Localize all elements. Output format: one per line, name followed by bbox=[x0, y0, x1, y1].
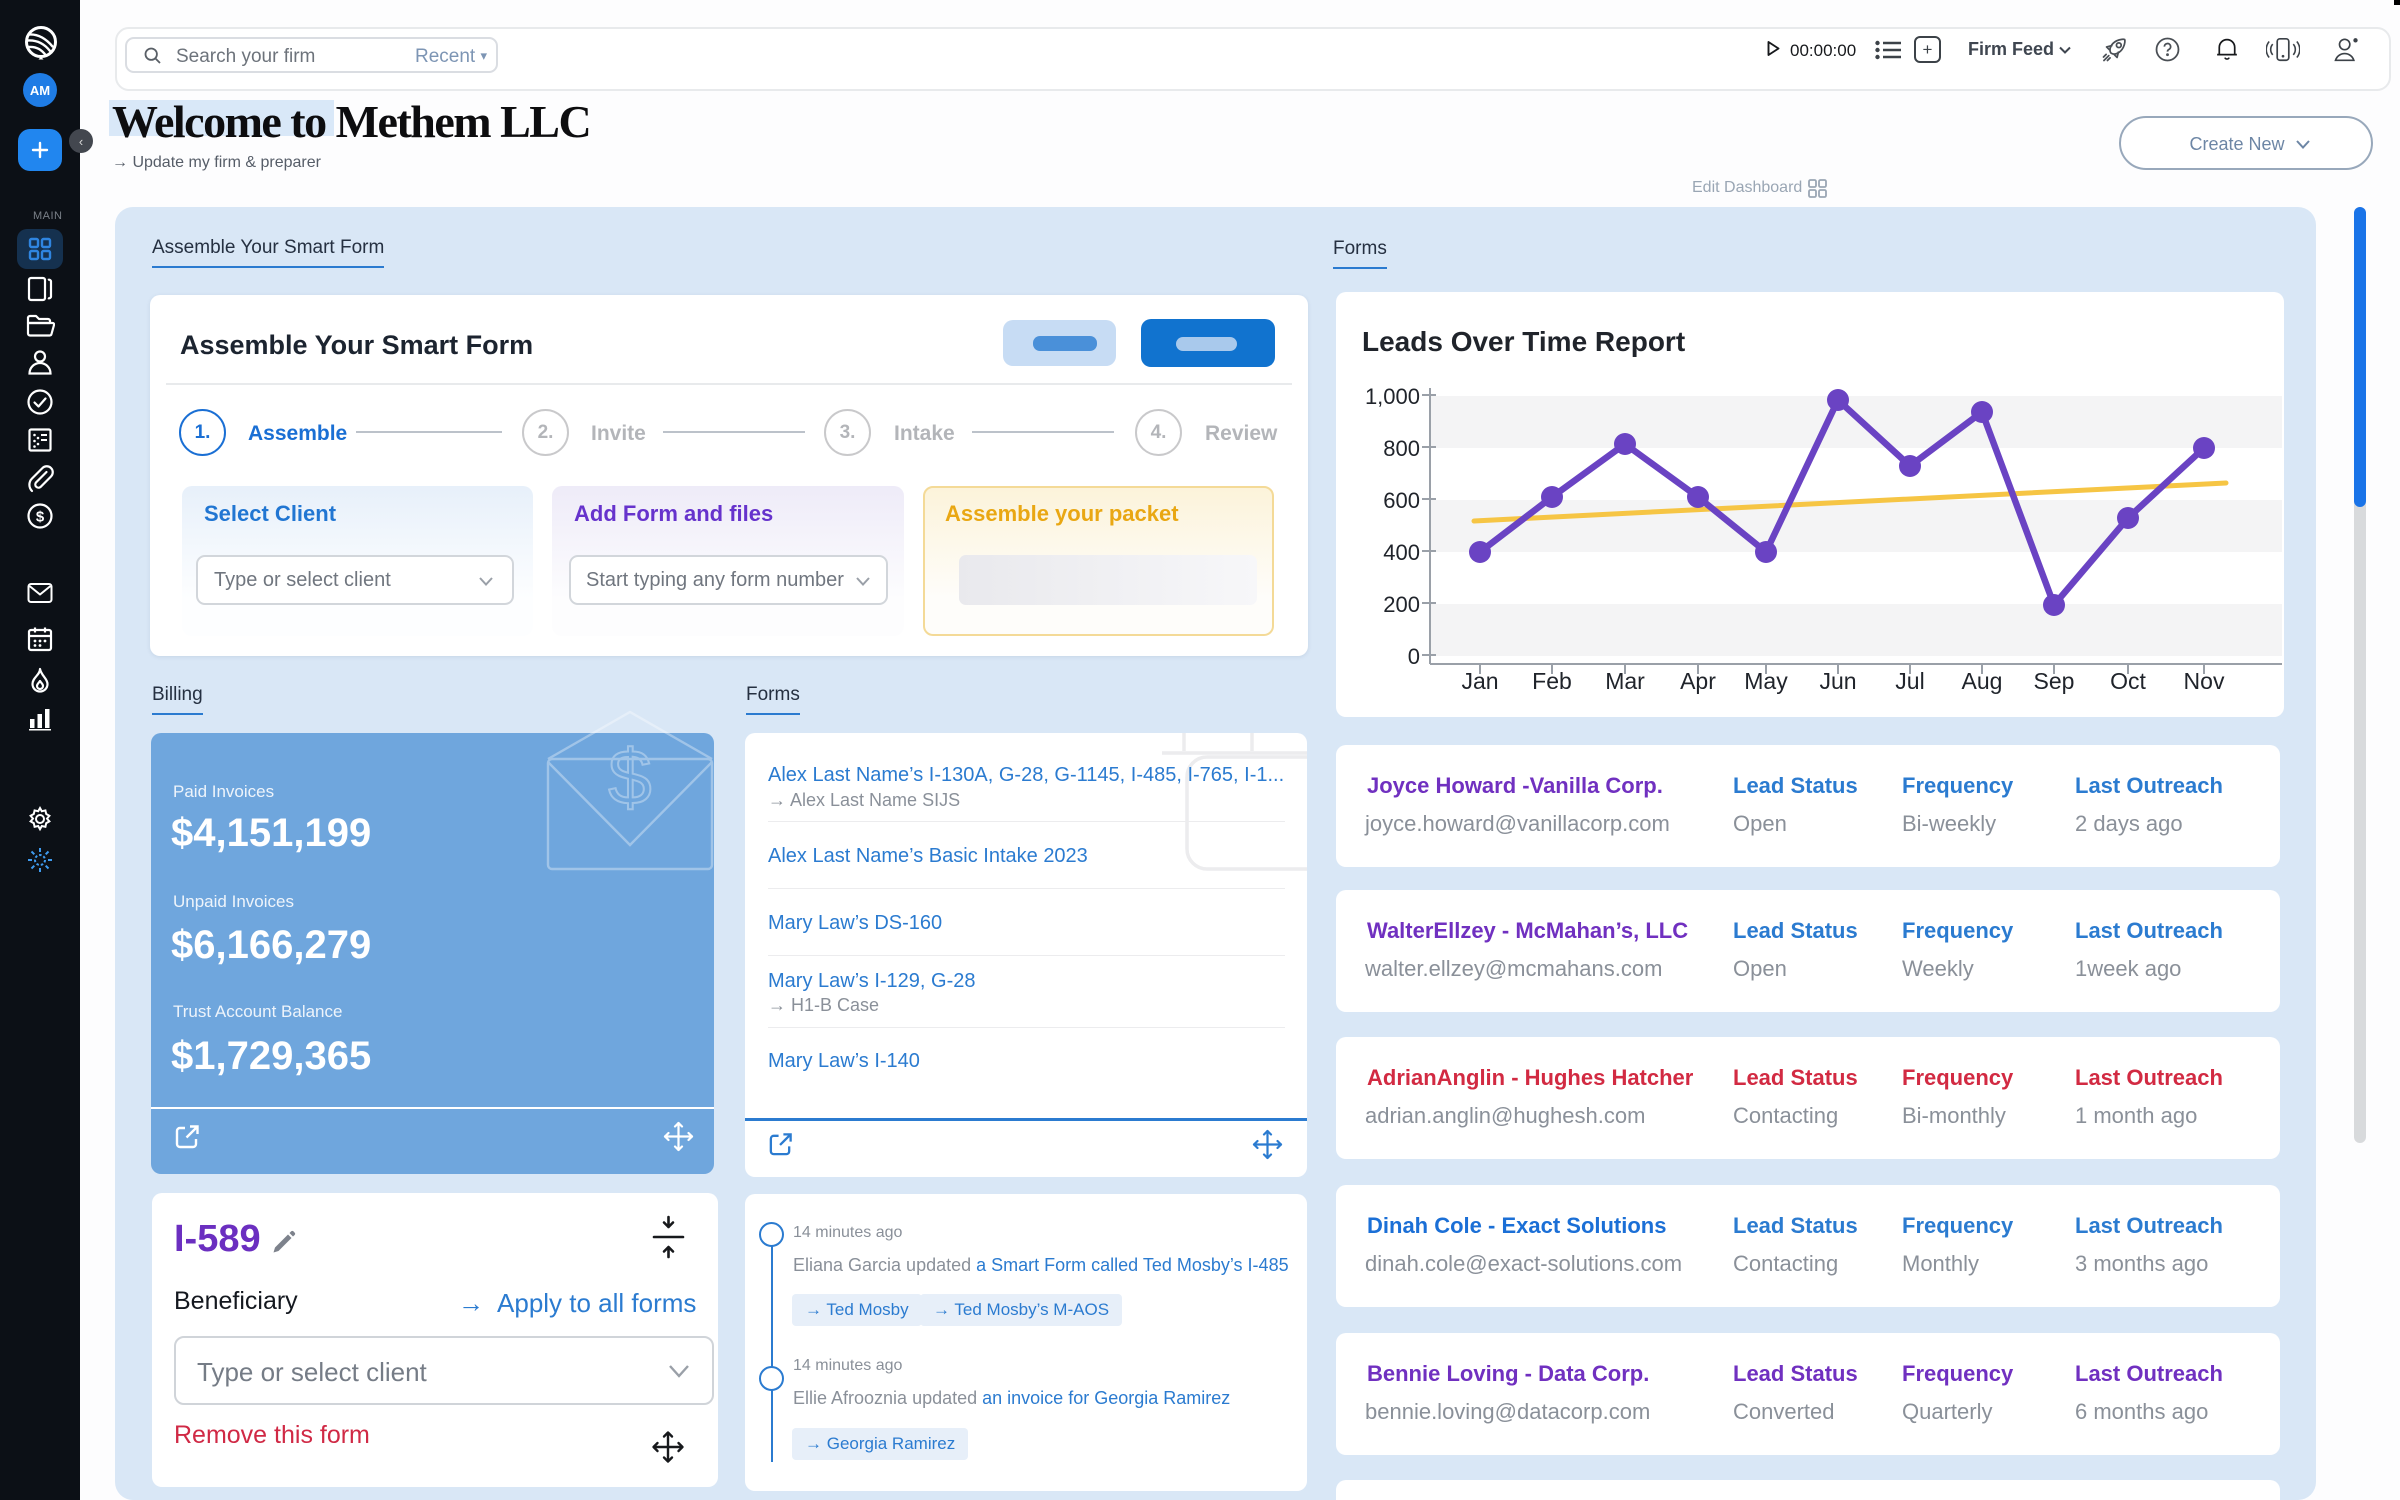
svg-text:200: 200 bbox=[1383, 592, 1420, 617]
svg-text:Mar: Mar bbox=[1605, 668, 1645, 694]
svg-text:400: 400 bbox=[1383, 540, 1420, 565]
svg-text:Sep: Sep bbox=[2034, 668, 2075, 694]
svg-text:Jan: Jan bbox=[1461, 668, 1498, 694]
svg-text:May: May bbox=[1744, 668, 1788, 694]
svg-text:$: $ bbox=[608, 733, 651, 821]
svg-text:Jul: Jul bbox=[1895, 668, 1924, 694]
svg-text:Apr: Apr bbox=[1680, 668, 1716, 694]
svg-text:$: $ bbox=[36, 509, 45, 526]
svg-text:Nov: Nov bbox=[2184, 668, 2225, 694]
svg-text:800: 800 bbox=[1383, 436, 1420, 461]
svg-text:0: 0 bbox=[1408, 644, 1420, 669]
svg-text:1,000: 1,000 bbox=[1365, 384, 1420, 409]
svg-text:Aug: Aug bbox=[1962, 668, 2003, 694]
svg-text:Jun: Jun bbox=[1819, 668, 1856, 694]
svg-text:Feb: Feb bbox=[1532, 668, 1572, 694]
svg-text:Oct: Oct bbox=[2110, 668, 2146, 694]
svg-text:600: 600 bbox=[1383, 488, 1420, 513]
